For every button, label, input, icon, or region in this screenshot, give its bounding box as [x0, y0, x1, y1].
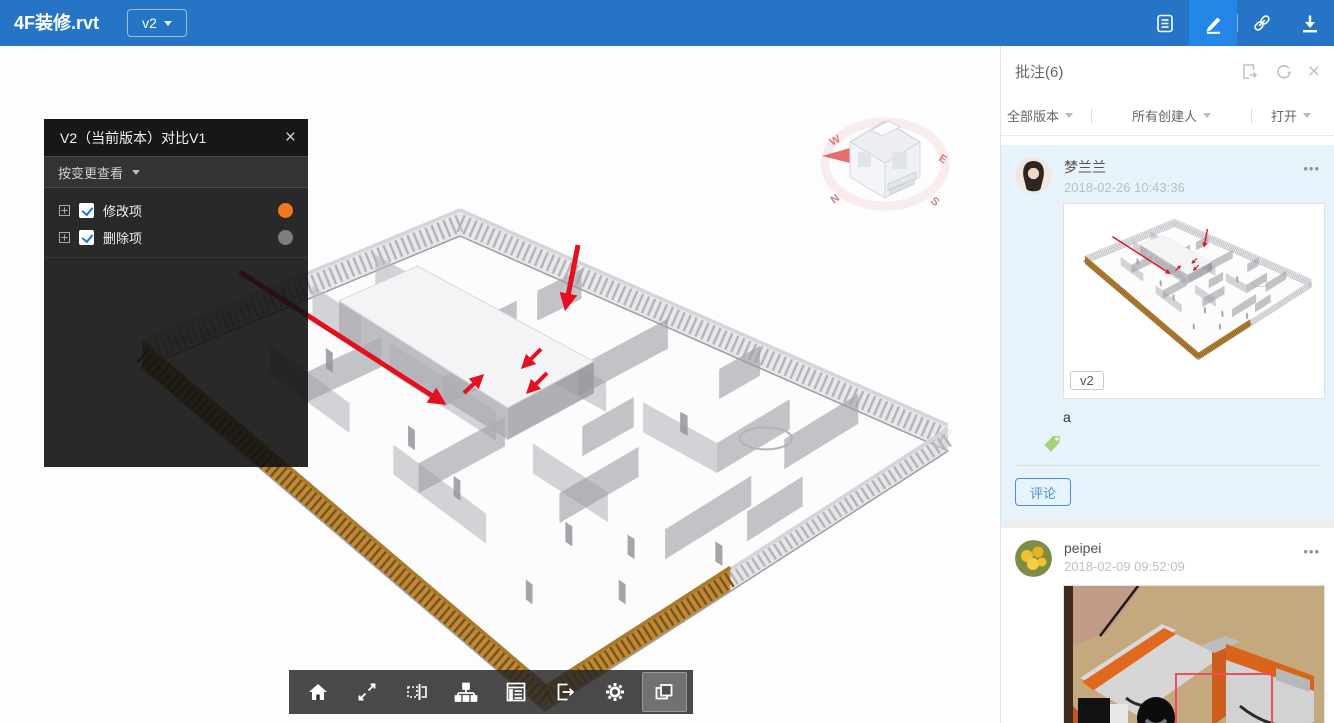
- view-by-dropdown[interactable]: 按变更查看: [44, 156, 308, 188]
- compare-panel: V2（当前版本）对比V1 × 按变更查看 修改项: [44, 119, 308, 467]
- fullscreen-button[interactable]: [345, 672, 391, 712]
- tree-row-deleted[interactable]: 删除项: [44, 224, 308, 251]
- annotation-snapshot[interactable]: v2: [1063, 203, 1325, 399]
- card-divider: [1015, 465, 1320, 466]
- annotations-panel: 批注(6) × 全部版本: [1000, 46, 1334, 723]
- tag-label-icon: [1042, 433, 1062, 453]
- filter-version-dropdown[interactable]: 全部版本: [1005, 106, 1091, 125]
- card-separator: [1001, 520, 1334, 528]
- properties-button[interactable]: [1141, 0, 1189, 46]
- tree-label: 删除项: [103, 228, 142, 247]
- settings-button[interactable]: [592, 672, 638, 712]
- file-title: 4F装修.rvt: [14, 0, 99, 46]
- version-tag: v2: [1070, 371, 1104, 390]
- bim-viewer-app: 4F装修.rvt v2: [0, 0, 1334, 723]
- version-label: v2: [142, 15, 157, 31]
- comment-author: peipei: [1064, 540, 1185, 556]
- comment-timestamp: 2018-02-09 09:52:09: [1064, 559, 1185, 574]
- comment-body: a: [1063, 409, 1320, 425]
- tree-label: 修改项: [103, 201, 142, 220]
- annotations-title: 批注(6): [1015, 61, 1063, 82]
- expand-plus-icon[interactable]: [59, 232, 70, 243]
- comment-timestamp: 2018-02-26 10:43:36: [1064, 180, 1185, 195]
- chevron-down-icon: [1065, 113, 1073, 118]
- refresh-icon: [1274, 62, 1293, 81]
- comment-author: 梦兰兰: [1064, 157, 1185, 177]
- share-link-button[interactable]: [1238, 0, 1286, 46]
- compare-button[interactable]: [642, 672, 688, 712]
- close-icon[interactable]: ×: [285, 128, 296, 147]
- view-by-label: 按变更查看: [58, 163, 123, 182]
- chevron-down-icon: [164, 21, 172, 26]
- home-icon: [306, 680, 330, 704]
- section-plane-icon: [405, 680, 429, 704]
- view-cube[interactable]: W E N S: [818, 104, 952, 216]
- viewport-3d[interactable]: W E N S: [0, 46, 1000, 723]
- checkbox-deleted[interactable]: [79, 230, 94, 245]
- modified-color-marker: [278, 203, 293, 218]
- document-list-icon: [1154, 12, 1176, 34]
- download-button[interactable]: [1286, 0, 1334, 46]
- export-annotation-button[interactable]: [1240, 62, 1259, 81]
- list-table-icon: [504, 680, 528, 704]
- expand-arrows-icon: [355, 680, 379, 704]
- list-button[interactable]: [493, 672, 539, 712]
- close-icon[interactable]: ×: [1308, 61, 1320, 82]
- export-icon: [1240, 62, 1259, 81]
- filter-creator-dropdown[interactable]: 所有创建人: [1092, 106, 1251, 125]
- annotation-list: 梦兰兰 2018-02-26 10:43:36 ••• v2 a: [1001, 136, 1334, 723]
- home-house-glyph: [850, 121, 920, 198]
- snapshot-interior-image: [1064, 586, 1324, 723]
- more-options-icon[interactable]: •••: [1303, 540, 1320, 559]
- header-actions: [1141, 0, 1334, 46]
- annotate-button[interactable]: [1189, 0, 1237, 46]
- compare-versions-icon: [652, 680, 676, 704]
- chevron-down-icon: [1203, 113, 1211, 118]
- bottom-toolbar: [289, 670, 693, 714]
- chevron-down-icon: [1303, 113, 1311, 118]
- chevron-down-icon: [132, 170, 140, 175]
- snapshot-model-image: [1064, 204, 1324, 398]
- compare-panel-title: V2（当前版本）对比V1: [60, 128, 206, 148]
- avatar: [1015, 157, 1052, 194]
- annotation-card[interactable]: peipei 2018-02-09 09:52:09 •••: [1001, 528, 1334, 723]
- app-header: 4F装修.rvt v2: [0, 0, 1334, 46]
- annotation-filters: 全部版本 所有创建人 打开: [1001, 96, 1334, 136]
- home-view-button[interactable]: [295, 672, 341, 712]
- avatar: [1015, 540, 1052, 577]
- download-icon: [1299, 12, 1321, 34]
- compare-panel-header: V2（当前版本）对比V1 ×: [44, 119, 308, 156]
- section-button[interactable]: [394, 672, 440, 712]
- comment-button[interactable]: 评论: [1015, 478, 1071, 506]
- link-icon: [1251, 12, 1273, 34]
- tree-icon: [454, 680, 478, 704]
- annotation-snapshot[interactable]: [1063, 585, 1325, 723]
- more-options-icon[interactable]: •••: [1303, 157, 1320, 176]
- tree-row-modified[interactable]: 修改项: [44, 197, 308, 224]
- refresh-button[interactable]: [1274, 62, 1293, 81]
- exit-door-icon: [553, 680, 577, 704]
- exit-button[interactable]: [543, 672, 589, 712]
- gear-icon: [603, 680, 627, 704]
- version-selector[interactable]: v2: [127, 9, 187, 37]
- model-tree-button[interactable]: [444, 672, 490, 712]
- annotation-card[interactable]: 梦兰兰 2018-02-26 10:43:36 ••• v2 a: [1001, 145, 1334, 520]
- filter-label: 打开: [1271, 106, 1297, 125]
- filter-status-dropdown[interactable]: 打开: [1252, 106, 1330, 125]
- filter-label: 全部版本: [1007, 106, 1059, 125]
- pen-icon: [1202, 12, 1224, 34]
- deleted-color-marker: [278, 230, 293, 245]
- expand-plus-icon[interactable]: [59, 205, 70, 216]
- change-tree: 修改项 删除项: [44, 188, 308, 258]
- annotations-header: 批注(6) ×: [1001, 46, 1334, 96]
- checkbox-modified[interactable]: [79, 203, 94, 218]
- filter-label: 所有创建人: [1132, 106, 1197, 125]
